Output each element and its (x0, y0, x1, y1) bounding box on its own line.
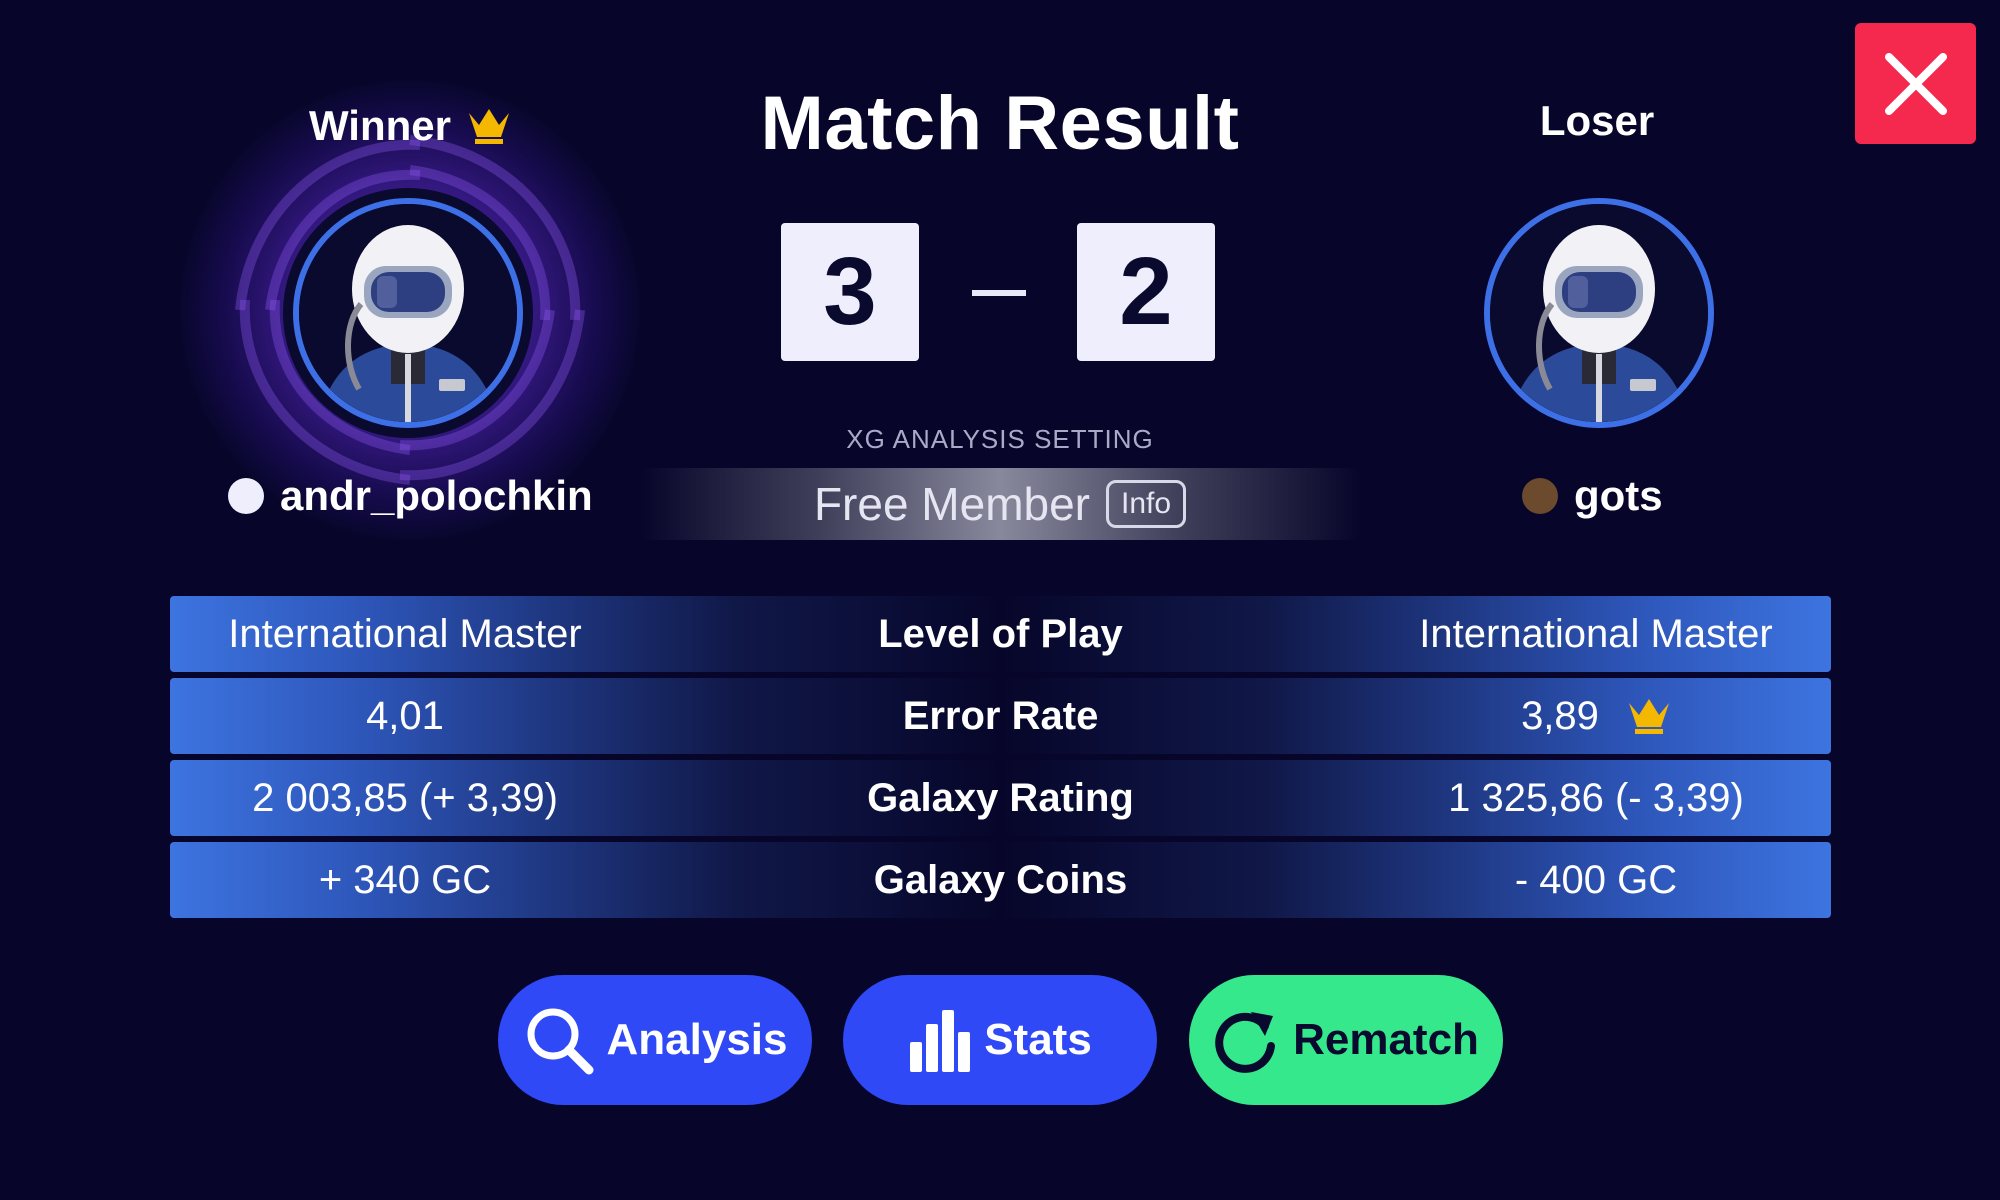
stats-button-label: Stats (984, 1015, 1092, 1064)
stat-row-galaxy-coins: + 340 GC Galaxy Coins - 400 GC (170, 842, 1831, 918)
rematch-button[interactable]: Rematch (1189, 975, 1503, 1105)
astronaut-avatar-icon (299, 204, 517, 422)
winner-color-dot (228, 478, 264, 514)
winner-label-text: Winner (309, 102, 451, 149)
stat-label: Level of Play (878, 611, 1123, 656)
stat-right-value: 3,89 (1521, 693, 1599, 738)
analysis-setting-label: XG ANALYSIS SETTING (846, 424, 1154, 454)
stat-label: Error Rate (902, 693, 1099, 738)
stats-button[interactable]: Stats (843, 975, 1157, 1105)
stat-row-galaxy-rating: 2 003,85 (+ 3,39) Galaxy Rating 1 325,86… (170, 760, 1831, 836)
stat-right-value: International Master (1419, 611, 1773, 656)
bar-chart-icon (910, 1010, 971, 1072)
analysis-button-label: Analysis (606, 1015, 788, 1064)
stat-left-value: 2 003,85 (+ 3,39) (252, 775, 558, 820)
stat-label: Galaxy Rating (867, 775, 1134, 820)
crown-icon (468, 109, 509, 144)
page-title: Match Result (760, 81, 1240, 166)
crown-icon (1628, 699, 1669, 734)
membership-bar: Free Member Info (640, 468, 1360, 540)
winner-avatar (293, 198, 523, 428)
winner-player[interactable]: andr_polochkin (228, 472, 593, 520)
membership-value: Free Member (813, 478, 1091, 530)
close-button[interactable] (1855, 23, 1976, 144)
loser-score: 2 (1077, 223, 1215, 361)
astronaut-avatar-icon (1490, 204, 1708, 422)
loser-name: gots (1574, 472, 1663, 519)
stat-row-error-rate: 4,01 Error Rate 3,89 (170, 678, 1831, 754)
refresh-icon (1215, 1012, 1276, 1073)
loser-player[interactable]: gots (1522, 472, 1663, 520)
stat-label: Galaxy Coins (873, 857, 1128, 902)
stat-left-value: International Master (228, 611, 582, 656)
close-icon (1884, 52, 1947, 115)
loser-color-dot (1522, 478, 1558, 514)
info-button[interactable]: Info (1106, 480, 1187, 528)
winner-label: Winner (260, 102, 560, 150)
stat-left-value: + 340 GC (318, 857, 492, 902)
search-icon (527, 1008, 593, 1075)
rematch-button-label: Rematch (1293, 1015, 1479, 1064)
stat-right-value: - 400 GC (1514, 857, 1678, 902)
loser-avatar (1484, 198, 1714, 428)
loser-label: Loser (1539, 97, 1655, 144)
winner-score: 3 (781, 223, 919, 361)
winner-name: andr_polochkin (280, 472, 593, 519)
stat-right-value: 1 325,86 (- 3,39) (1448, 775, 1744, 820)
score-separator (972, 290, 1026, 296)
stat-left-value: 4,01 (366, 693, 444, 738)
stat-row-level-of-play: International Master Level of Play Inter… (170, 596, 1831, 672)
analysis-button[interactable]: Analysis (498, 975, 812, 1105)
